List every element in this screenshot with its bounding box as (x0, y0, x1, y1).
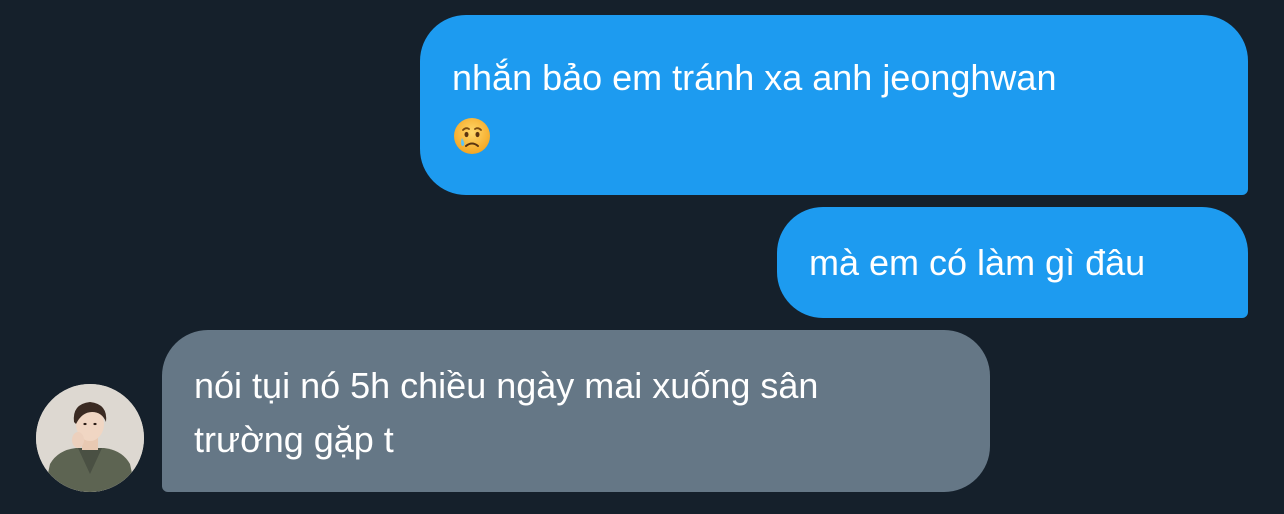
crying-face-emoji-icon (454, 118, 490, 155)
message-text: nhắn bảo em tránh xa anh jeonghwan (452, 57, 1057, 98)
sent-message-bubble[interactable]: mà em có làm gì đâu (777, 207, 1248, 318)
profile-photo-avatar-icon (36, 384, 144, 492)
received-message-bubble[interactable]: nói tụi nó 5h chiều ngày mai xuống sân t… (162, 330, 990, 492)
message-text: mà em có làm gì đâu (809, 242, 1146, 283)
sent-message-bubble[interactable]: nhắn bảo em tránh xa anh jeonghwan (420, 15, 1248, 195)
message-text: nói tụi nó 5h chiều ngày mai xuống sân (194, 365, 819, 406)
avatar[interactable] (36, 384, 144, 492)
emoji-line (452, 105, 1208, 159)
message-text: trường gặp t (194, 419, 394, 460)
